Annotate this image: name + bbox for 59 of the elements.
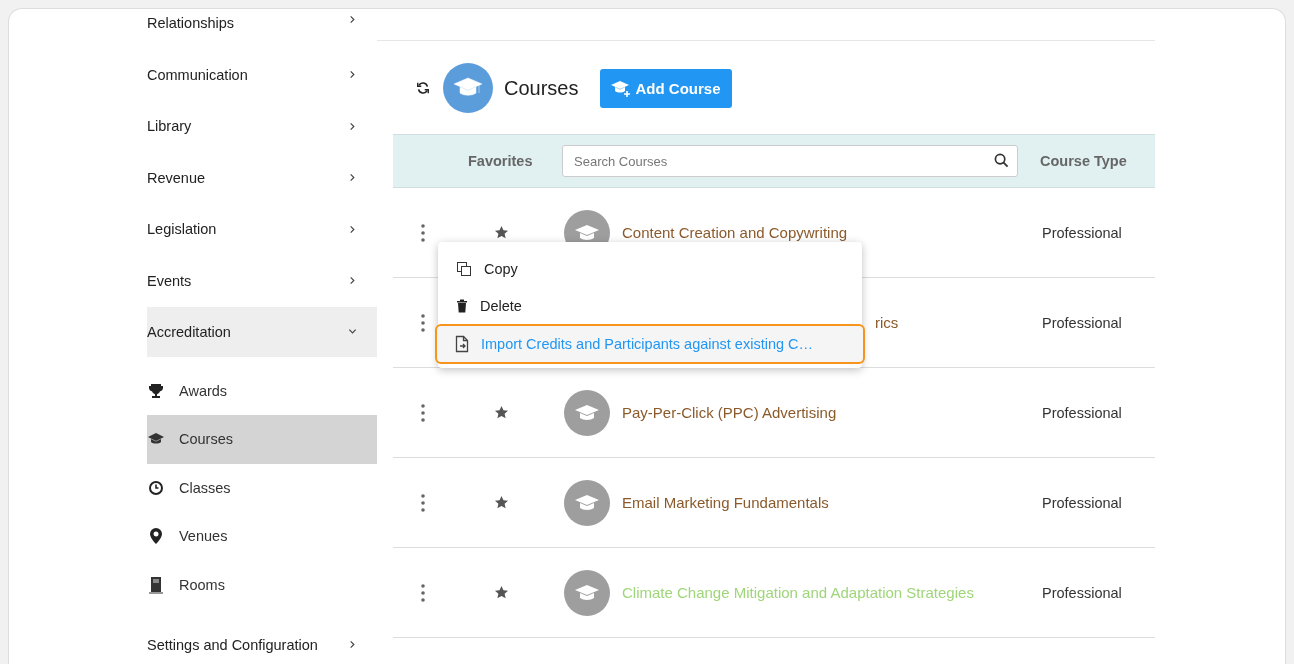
graduation-cap-icon	[564, 389, 610, 436]
table-cell: Professional	[1042, 494, 1122, 511]
sidebar-item[interactable]: Venues	[147, 512, 377, 561]
more-options-icon[interactable]	[421, 223, 425, 242]
sidebar-item[interactable]: Events	[147, 255, 377, 307]
graduation-cap-icon	[443, 63, 493, 113]
sidebar-item[interactable]: Accreditation	[147, 306, 377, 357]
sidebar-item[interactable]: Revenue	[147, 152, 377, 204]
menu-item[interactable]: Delete	[438, 287, 862, 324]
table-cell: Professional	[1042, 224, 1122, 241]
search-icon	[994, 153, 1009, 168]
star-icon[interactable]	[494, 405, 509, 420]
door-icon	[147, 575, 165, 594]
chevron-right-icon	[348, 224, 357, 234]
sidebar-item[interactable]: Classes	[147, 463, 377, 512]
star-icon[interactable]	[494, 225, 509, 240]
more-options-icon[interactable]	[421, 403, 425, 422]
course-title[interactable]: Content Creation and Copywriting	[622, 224, 848, 241]
table-cell: Professional	[1042, 404, 1122, 421]
column-header: Favorites	[468, 153, 534, 169]
sidebar-item[interactable]: Legislation	[147, 203, 377, 255]
trophy-icon	[147, 382, 165, 399]
sidebar-item[interactable]: Courses	[147, 415, 377, 464]
chevron-right-icon	[348, 15, 357, 24]
table-cell: Professional	[1042, 314, 1122, 331]
table-cell: Professional	[1042, 584, 1122, 601]
chevron-right-icon	[348, 640, 357, 650]
chevron-right-icon	[348, 121, 357, 131]
more-options-icon[interactable]	[421, 313, 425, 332]
sidebar-item[interactable]: Library	[147, 100, 377, 152]
course-title[interactable]: rics	[875, 314, 899, 331]
column-header: Course Type	[1040, 153, 1127, 169]
sidebar-item[interactable]: Rooms	[147, 560, 377, 609]
map-pin-icon	[147, 527, 165, 546]
graduation-cap-icon	[564, 479, 610, 526]
chevron-right-icon	[348, 173, 357, 183]
sidebar-item[interactable]: Awards	[147, 366, 377, 415]
chevron-right-icon	[348, 70, 357, 80]
chevron-down-icon	[348, 327, 357, 336]
course-title[interactable]: Email Marketing Fundamentals	[622, 494, 829, 511]
course-title[interactable]: Pay-Per-Click (PPC) Advertising	[622, 404, 837, 421]
refresh-icon[interactable]	[416, 81, 430, 95]
star-icon[interactable]	[494, 585, 509, 600]
sidebar-item[interactable]: Communication	[147, 49, 377, 101]
chevron-right-icon	[348, 276, 357, 286]
copy-icon	[456, 260, 472, 277]
sidebar-item[interactable]: Relationships	[147, 9, 377, 39]
page-title: Courses	[504, 76, 579, 100]
trash-icon	[456, 298, 468, 313]
more-options-icon[interactable]	[421, 493, 425, 512]
menu-item[interactable]: Copy	[438, 250, 862, 287]
file-import-icon	[455, 335, 469, 353]
clock-icon	[147, 479, 165, 496]
search-field[interactable]: Search Courses	[562, 145, 1018, 177]
sidebar-item[interactable]: Settings and Configuration	[147, 619, 377, 664]
graduation-cap-icon	[564, 569, 610, 616]
more-options-icon[interactable]	[421, 583, 425, 602]
star-icon[interactable]	[494, 495, 509, 510]
graduation-cap-icon	[610, 79, 633, 97]
